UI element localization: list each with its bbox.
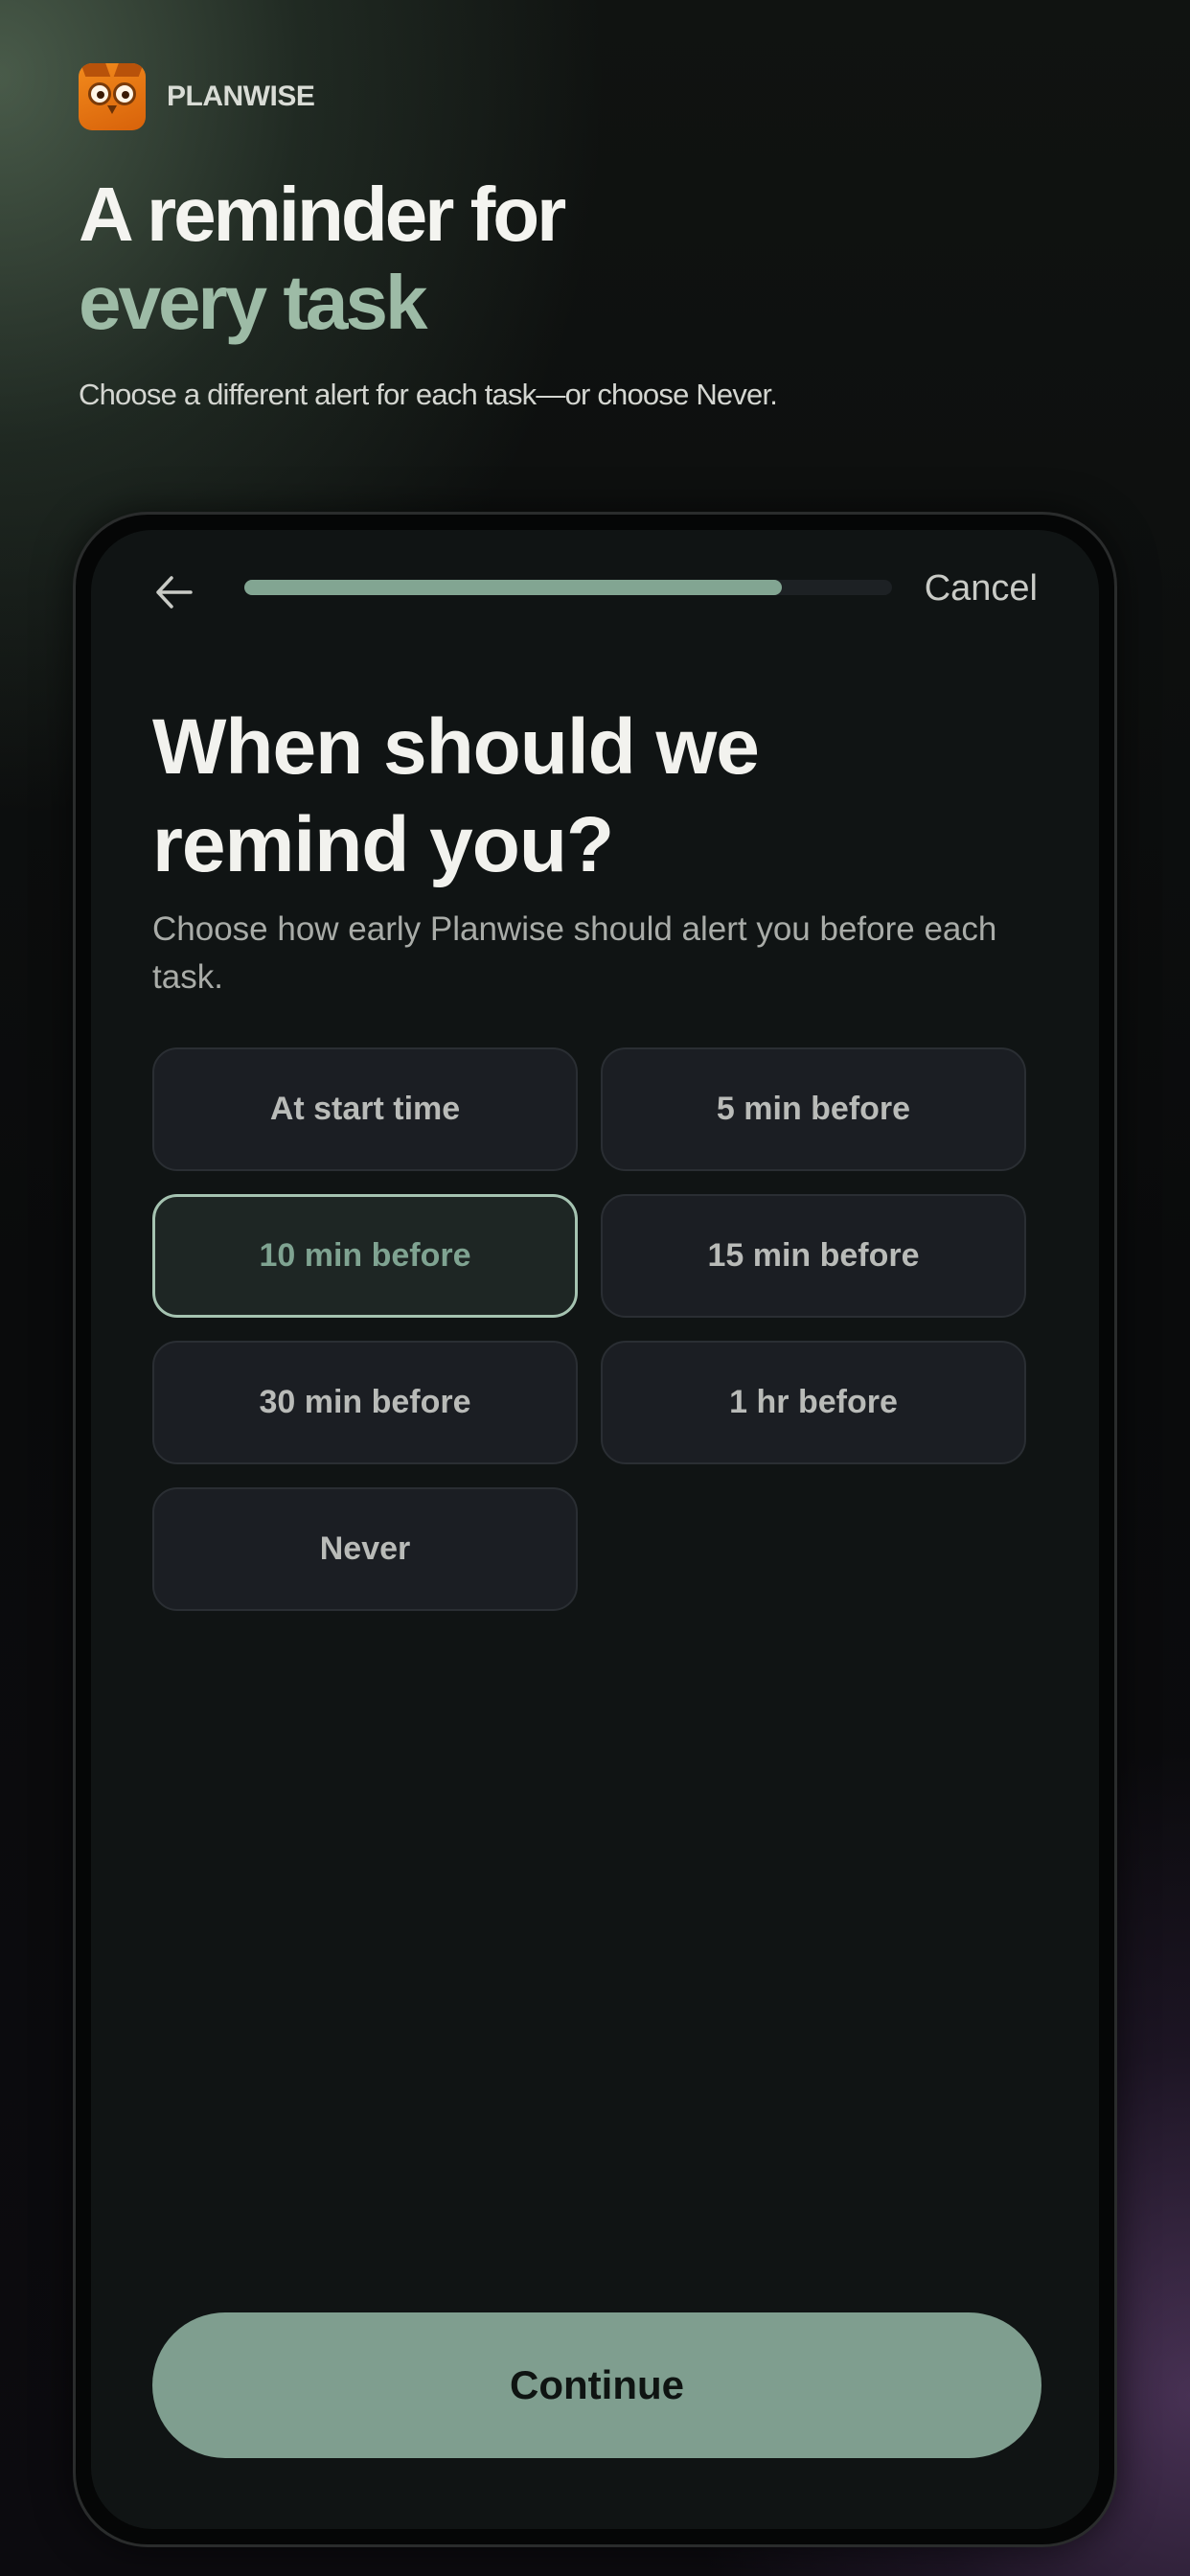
hero-subtitle: Choose a different alert for each task—o… [79, 378, 778, 411]
phone-frame: Cancel When should we remind you? Choose… [73, 512, 1117, 2547]
progress-bar [244, 580, 892, 595]
hero-title-line2: every task [79, 260, 427, 345]
hero-title: A reminder for every task [79, 171, 566, 347]
reminder-options: At start time 5 min before 10 min before… [152, 1047, 1026, 1611]
option-15-min-before[interactable]: 15 min before [601, 1194, 1026, 1318]
arrow-left-icon [156, 576, 193, 609]
option-never[interactable]: Never [152, 1487, 578, 1611]
question-subtitle: Choose how early Planwise should alert y… [152, 910, 997, 996]
app-stage: PLANWISE A reminder for every task Choos… [0, 0, 1190, 2576]
top-bar: Cancel [91, 530, 1099, 645]
continue-button[interactable]: Continue [152, 2312, 1041, 2458]
progress-bar-fill [244, 580, 783, 595]
question-title: When should we remind you? [152, 703, 760, 888]
option-5-min-before[interactable]: 5 min before [601, 1047, 1026, 1171]
option-at-start-time[interactable]: At start time [152, 1047, 578, 1171]
option-10-min-before[interactable]: 10 min before [152, 1194, 578, 1318]
hero-title-line1: A reminder for [79, 172, 566, 257]
back-button[interactable] [152, 570, 196, 614]
brand: PLANWISE [79, 63, 315, 130]
option-1-hr-before[interactable]: 1 hr before [601, 1341, 1026, 1464]
owl-logo-icon [79, 63, 146, 130]
phone-screen: Cancel When should we remind you? Choose… [91, 530, 1099, 2529]
option-30-min-before[interactable]: 30 min before [152, 1341, 578, 1464]
cancel-button[interactable]: Cancel [925, 568, 1038, 610]
brand-name: PLANWISE [167, 80, 315, 112]
